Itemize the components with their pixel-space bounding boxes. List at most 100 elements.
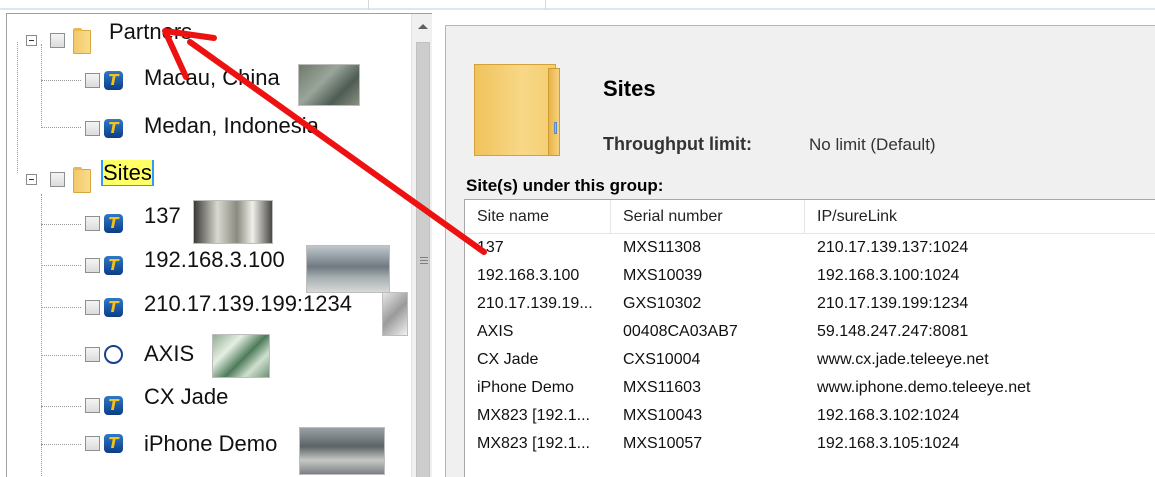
teleeye-camera-icon: T	[104, 119, 123, 138]
tree-checkbox[interactable]	[85, 347, 100, 362]
tree-node-192-168-3-100[interactable]: 192.168.3.100	[142, 242, 287, 278]
cell-site-name: 210.17.139.19...	[477, 295, 593, 312]
collapse-toggle[interactable]	[26, 174, 37, 185]
camera-thumbnail	[298, 64, 360, 106]
cell-ip-surelink: 192.168.3.105:1024	[817, 435, 960, 452]
tree-checkbox[interactable]	[50, 172, 65, 187]
sites-table: Site name Serial number IP/sureLink 137 M…	[464, 199, 1155, 477]
tree-vertical-scrollbar[interactable]	[411, 14, 432, 477]
table-header: Site name Serial number IP/sureLink	[465, 200, 1155, 234]
cell-site-name: MX823 [192.1...	[477, 407, 590, 424]
tree-line	[41, 194, 42, 477]
cell-site-name: 192.168.3.100	[477, 267, 580, 284]
table-row[interactable]: MX823 [192.1... MXS10043 192.168.3.102:102…	[465, 402, 1155, 430]
top-divider	[545, 0, 546, 10]
tree-node-macau[interactable]: Macau, China	[142, 60, 282, 96]
tree-checkbox[interactable]	[85, 73, 100, 88]
tree-line	[41, 224, 81, 225]
tree-checkbox[interactable]	[85, 216, 100, 231]
tree-node-label: CX Jade	[144, 384, 229, 409]
tree-line	[41, 406, 81, 407]
cell-serial-number: GXS10302	[623, 295, 702, 312]
tree-node-label-selected: Sites	[101, 160, 154, 186]
teleeye-camera-icon: T	[104, 256, 123, 275]
site-tree: Partners T Macau, China T Medan, Indones…	[7, 14, 411, 477]
tree-node-sites[interactable]: Sites	[101, 155, 154, 191]
camera-thumbnail	[299, 427, 385, 475]
column-header-ip-surelink[interactable]: IP/sureLink	[805, 200, 1155, 234]
cell-serial-number: MXS11308	[623, 239, 701, 256]
tree-node-label: 192.168.3.100	[144, 247, 285, 272]
cell-serial-number: MXS10039	[623, 267, 703, 284]
cell-site-name: iPhone Demo	[477, 379, 574, 396]
cell-serial-number: MXS11603	[623, 379, 701, 396]
cell-serial-number: MXS10057	[623, 435, 703, 452]
collapse-toggle[interactable]	[26, 35, 37, 46]
tree-node-partners[interactable]: Partners	[107, 14, 194, 50]
tree-node-iphone-demo[interactable]: iPhone Demo	[142, 426, 279, 462]
axis-camera-icon	[104, 345, 123, 364]
column-header-serial-number[interactable]: Serial number	[611, 200, 805, 234]
folder-flap	[548, 68, 560, 156]
tree-line	[41, 44, 42, 126]
column-header-site-name[interactable]: Site name	[465, 200, 611, 234]
tree-line	[17, 42, 18, 173]
tree-node-cx-jade[interactable]: CX Jade	[142, 379, 230, 415]
table-row[interactable]: CX Jade CXS10004 www.cx.jade.teleeye.net	[465, 346, 1155, 374]
tree-line	[41, 444, 81, 445]
tree-node-label: Medan, Indonesia	[144, 113, 319, 138]
table-row[interactable]: 137 MXS11308 210.17.139.137:1024	[465, 234, 1155, 262]
teleeye-camera-icon: T	[104, 71, 123, 90]
table-row[interactable]: AXIS 00408CA03AB7 59.148.247.247:8081	[465, 318, 1155, 346]
scrollbar-thumb[interactable]	[416, 42, 430, 477]
camera-thumbnail	[193, 200, 273, 244]
table-row[interactable]: 210.17.139.19... GXS10302 210.17.139.199:1…	[465, 290, 1155, 318]
cell-serial-number: CXS10004	[623, 351, 701, 368]
table-row[interactable]: MX823 [192.1... MXS10057 192.168.3.105:102…	[465, 430, 1155, 458]
throughput-label: Throughput limit:	[603, 134, 752, 154]
tree-node-label: Macau, China	[144, 65, 280, 90]
tree-line	[41, 80, 81, 81]
table-row[interactable]: iPhone Demo MXS11603 www.iphone.demo.telee…	[465, 374, 1155, 402]
teleeye-camera-icon: T	[104, 396, 123, 415]
site-tree-panel: Partners T Macau, China T Medan, Indones…	[6, 13, 432, 477]
tree-node-medan[interactable]: Medan, Indonesia	[142, 108, 321, 144]
teleeye-camera-icon: T	[104, 214, 123, 233]
top-strip	[0, 0, 1155, 10]
group-sites-caption: Site(s) under this group:	[466, 176, 664, 195]
tree-node-137[interactable]: 137	[142, 198, 183, 234]
tree-checkbox[interactable]	[85, 121, 100, 136]
tree-checkbox[interactable]	[85, 398, 100, 413]
scroll-grip	[420, 257, 428, 258]
teleeye-camera-icon: T	[104, 434, 123, 453]
tree-node-label: AXIS	[144, 341, 195, 366]
scroll-up-arrow-icon[interactable]	[418, 24, 428, 29]
cell-serial-number: 00408CA03AB7	[623, 323, 738, 340]
tree-node-210-17-139-199[interactable]: 210.17.139.199:1234	[142, 286, 354, 322]
cell-ip-surelink: 210.17.139.137:1024	[817, 239, 969, 256]
tree-checkbox[interactable]	[85, 300, 100, 315]
tree-checkbox[interactable]	[85, 258, 100, 273]
cell-serial-number: MXS10043	[623, 407, 703, 424]
table-row[interactable]: 192.168.3.100 MXS10039 192.168.3.100:1024	[465, 262, 1155, 290]
tree-checkbox[interactable]	[50, 33, 65, 48]
cell-ip-surelink: 59.148.247.247:8081	[817, 323, 969, 340]
tree-node-axis[interactable]: AXIS	[142, 336, 196, 372]
scroll-grip	[420, 260, 428, 261]
throughput-value: No limit (Default)	[809, 135, 936, 154]
tree-node-label: Partners	[109, 19, 193, 44]
folder-latch	[554, 122, 557, 134]
camera-thumbnail	[382, 292, 408, 336]
cell-site-name: MX823 [192.1...	[477, 435, 590, 452]
app-window: Partners T Macau, China T Medan, Indones…	[0, 0, 1155, 477]
group-title: Sites	[603, 76, 656, 101]
tree-line	[41, 307, 81, 308]
folder-icon	[73, 28, 91, 54]
cell-site-name: AXIS	[477, 323, 514, 340]
cell-site-name: 137	[477, 239, 504, 256]
tree-line	[41, 265, 81, 266]
tree-node-text: Sites	[103, 160, 152, 185]
teleeye-camera-icon: T	[104, 298, 123, 317]
tree-node-label: iPhone Demo	[144, 431, 278, 456]
tree-checkbox[interactable]	[85, 436, 100, 451]
